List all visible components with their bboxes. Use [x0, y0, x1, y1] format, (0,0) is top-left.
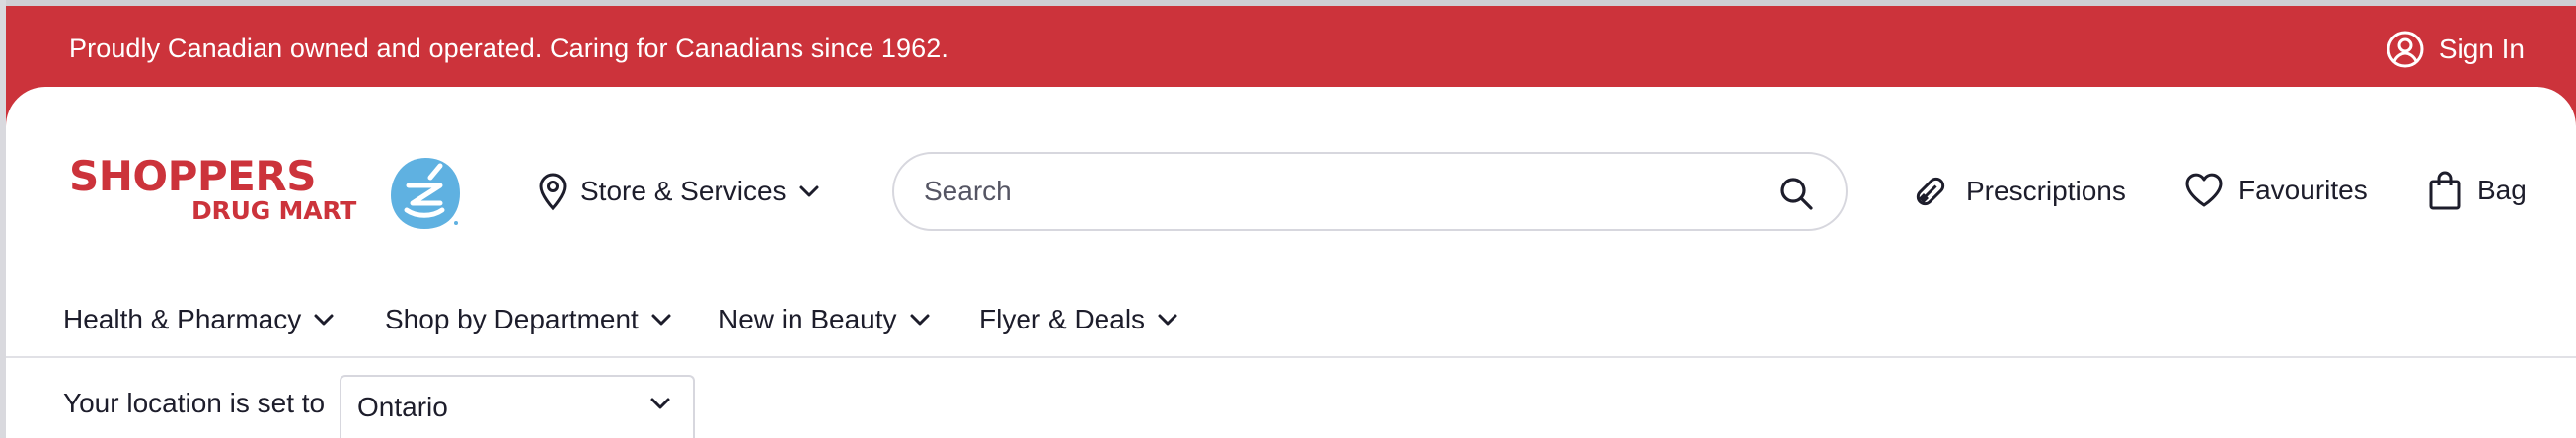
chevron-down-icon	[1158, 314, 1177, 326]
sign-in-link[interactable]: Sign In	[2386, 28, 2525, 71]
logo-text-line2: DRUG MART	[191, 196, 357, 225]
nav-divider	[6, 356, 2576, 358]
mortar-pestle-logo-icon	[391, 158, 460, 229]
heart-icon	[2185, 173, 2223, 207]
search-icon[interactable]	[1777, 174, 1816, 213]
location-select[interactable]: Ontario	[340, 375, 695, 438]
nav-new-in-beauty-label: New in Beauty	[719, 304, 897, 334]
nav-flyer-deals[interactable]: Flyer & Deals	[979, 304, 1178, 335]
prescriptions-label: Prescriptions	[1966, 176, 2126, 206]
favourites-label: Favourites	[2238, 175, 2368, 205]
location-select-value: Ontario	[357, 392, 448, 422]
nav-shop-by-department-label: Shop by Department	[385, 304, 639, 334]
search-input[interactable]	[924, 172, 1753, 211]
shopping-bag-icon	[2429, 171, 2461, 210]
nav-shop-by-department[interactable]: Shop by Department	[385, 304, 672, 335]
location-label: Your location is set to	[63, 388, 326, 418]
logo-text-line1: SHOPPERS	[69, 152, 316, 200]
nav-new-in-beauty[interactable]: New in Beauty	[719, 304, 931, 335]
chevron-down-icon	[314, 314, 334, 326]
sign-in-label: Sign In	[2438, 34, 2525, 64]
banner-message: Proudly Canadian owned and operated. Car…	[69, 34, 948, 63]
bag-link[interactable]: Bag	[2428, 170, 2527, 211]
prescriptions-link[interactable]: Prescriptions	[1911, 172, 2126, 211]
pill-icon	[1916, 177, 1945, 206]
chevron-down-icon	[650, 398, 670, 409]
shoppers-drug-mart-logo[interactable]: SHOPPERS DRUG MART	[69, 156, 474, 235]
search-bar	[892, 152, 1848, 231]
chevron-down-icon	[799, 185, 819, 197]
store-services-label: Store & Services	[580, 176, 787, 206]
nav-flyer-deals-label: Flyer & Deals	[979, 304, 1146, 334]
user-circle-icon	[2387, 31, 2424, 68]
nav-health-pharmacy[interactable]: Health & Pharmacy	[63, 304, 335, 335]
chevron-down-icon	[910, 314, 930, 326]
bag-label: Bag	[2477, 175, 2527, 205]
store-services-menu[interactable]: Store & Services	[537, 172, 820, 211]
nav-health-pharmacy-label: Health & Pharmacy	[63, 304, 302, 334]
favourites-link[interactable]: Favourites	[2183, 172, 2368, 209]
map-pin-icon	[539, 173, 567, 211]
chevron-down-icon	[651, 314, 671, 326]
